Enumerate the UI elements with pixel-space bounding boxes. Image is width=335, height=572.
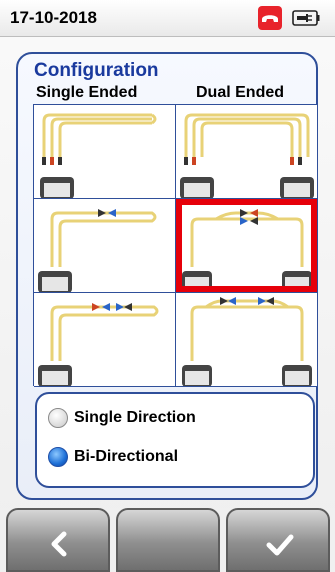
date-label: 17-10-2018 [10, 8, 97, 27]
dual-ended-patch-option[interactable] [176, 199, 318, 293]
dual-ended-header: Dual Ended [196, 84, 285, 101]
single-direction-option[interactable]: Single Direction [48, 405, 196, 431]
back-button[interactable] [6, 508, 110, 572]
radio-button-selected[interactable] [48, 447, 68, 467]
device-screen: 17-10-2018 Configuration Single Ended Du… [0, 0, 335, 572]
battery-plug-icon [292, 10, 320, 26]
phone-hangup-icon[interactable] [258, 6, 282, 30]
dual-ended-double-patch-option[interactable] [176, 293, 318, 387]
blank-softkey-button[interactable] [116, 508, 220, 572]
single-ended-header: Single Ended [36, 84, 138, 101]
chevron-left-icon [51, 531, 67, 557]
checkmark-icon [266, 534, 294, 556]
status-bar: 17-10-2018 [0, 0, 335, 37]
radio-button[interactable] [48, 408, 68, 428]
page-title: Configuration [34, 60, 159, 81]
single-direction-label: Single Direction [74, 409, 196, 426]
single-ended-patch-option[interactable] [34, 199, 176, 293]
single-ended-loopback-option[interactable] [34, 105, 176, 199]
single-ended-double-patch-option[interactable] [34, 293, 176, 387]
dual-ended-direct-option[interactable] [176, 105, 318, 199]
bi-directional-label: Bi-Directional [74, 448, 179, 465]
bi-directional-option[interactable]: Bi-Directional [48, 444, 178, 470]
configuration-grid [33, 104, 318, 387]
confirm-button[interactable] [226, 508, 330, 572]
